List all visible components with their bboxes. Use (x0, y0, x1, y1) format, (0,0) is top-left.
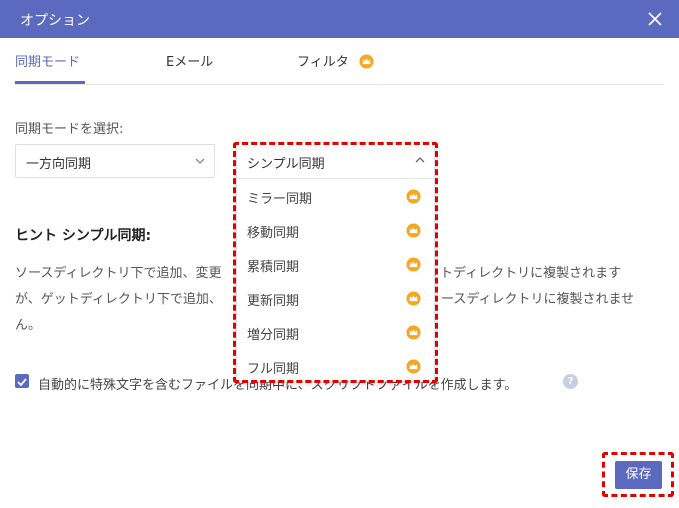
crown-icon (359, 54, 374, 69)
hint-text-line3: ん。 (15, 318, 42, 333)
chevron-down-icon (195, 158, 205, 164)
save-highlight-box (602, 452, 674, 497)
title-bar: オプション (0, 0, 679, 38)
tab-bar: 同期モード Eメール フィルタ (15, 38, 664, 85)
hint-text-line1-left: ソースディレクトリ下で追加、変更 (15, 266, 222, 281)
hint-text-line2-right: ースディレクトリに複製されませ (441, 292, 635, 307)
hint-text-line2-left: が、ゲットディレクトリ下で追加、 (15, 292, 222, 307)
hint-title: ヒント シンプル同期: (15, 228, 152, 244)
dialog-title: オプション (20, 13, 90, 29)
checkmark-icon (17, 378, 27, 387)
tab-filter[interactable]: フィルタ (297, 51, 374, 70)
sync-mode-label: 同期モードを選択: (15, 122, 124, 137)
sync-direction-select[interactable]: 一方向同期 (15, 144, 215, 178)
tab-email[interactable]: Eメール (166, 51, 213, 70)
hint-text-line1-right: ットディレクトリに複製されます (427, 266, 622, 281)
tab-sync-mode[interactable]: 同期モード (15, 51, 80, 70)
active-tab-indicator (15, 81, 85, 84)
script-file-checkbox[interactable] (15, 374, 29, 388)
tab-filter-label: フィルタ (297, 55, 349, 70)
dropdown-highlight-box (233, 142, 438, 383)
close-icon[interactable] (645, 9, 665, 29)
help-icon[interactable]: ? (563, 374, 578, 389)
sync-direction-value: 一方向同期 (26, 157, 92, 172)
